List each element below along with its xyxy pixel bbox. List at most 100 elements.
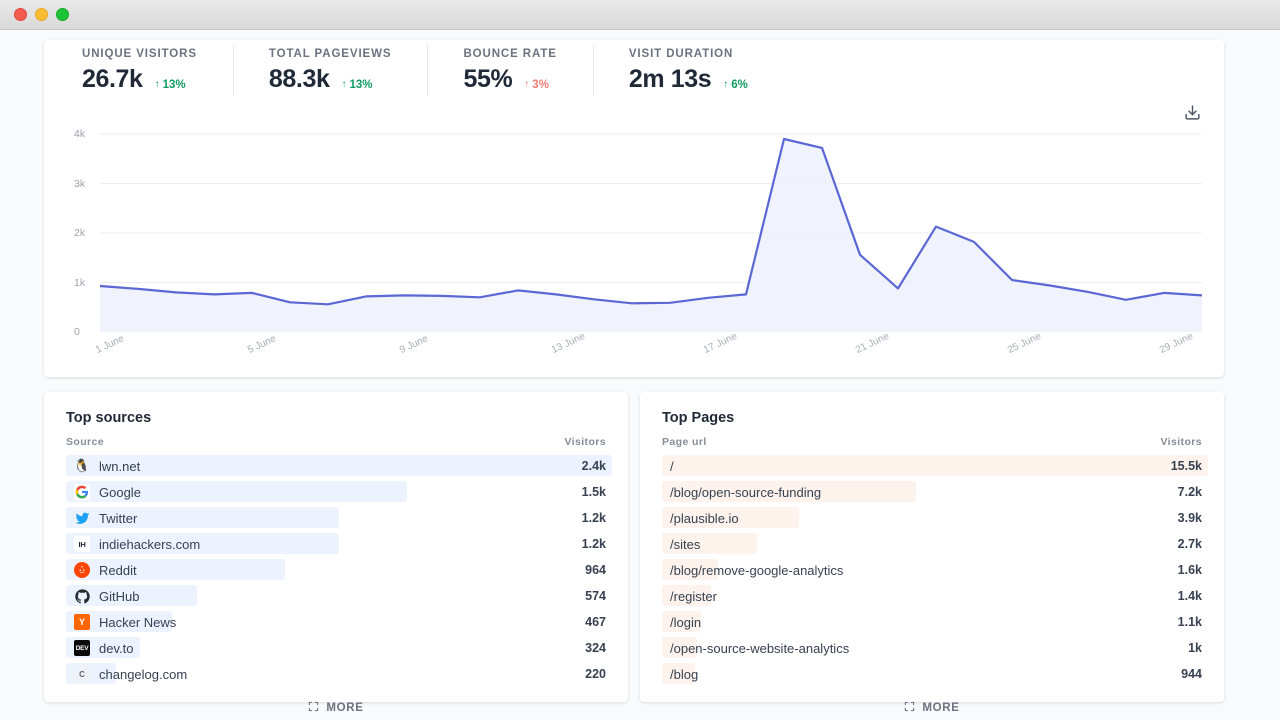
row-name: changelog.com <box>99 666 188 682</box>
table-row[interactable]: /blog 944 <box>662 661 1202 687</box>
metric-label: BOUNCE RATE <box>463 48 557 60</box>
row-value: 220 <box>585 667 606 681</box>
top-pages-more-button[interactable]: MORE <box>662 693 1202 720</box>
metric-label: TOTAL PAGEVIEWS <box>268 48 392 60</box>
row-name: /blog/open-source-funding <box>670 484 822 500</box>
row-value: 1.5k <box>581 485 606 499</box>
download-icon[interactable] <box>1182 102 1202 122</box>
table-row[interactable]: Google 1.5k <box>66 479 606 505</box>
hackernews-icon: Y <box>74 614 90 630</box>
row-value: 944 <box>1181 667 1202 681</box>
row-value: 964 <box>585 563 606 577</box>
y-axis-tick: 0 <box>74 326 80 338</box>
metric-row: 55% ↑ 3% <box>463 65 556 94</box>
devto-icon: DEV <box>74 640 90 656</box>
y-axis-tick: 4k <box>74 128 86 140</box>
row-name: / <box>670 458 674 474</box>
row-label: /blog/remove-google-analytics <box>662 563 843 578</box>
metric-total-pageviews[interactable]: TOTAL PAGEVIEWS 88.3k ↑ 13% <box>232 40 428 102</box>
row-value: 7.2k <box>1177 485 1202 499</box>
top-sources-more-button[interactable]: MORE <box>66 693 606 720</box>
row-value: 2.4k <box>581 459 606 473</box>
top-sources-panel: Top sources Source Visitors 🐧 lwn.net 2.4k… <box>44 392 628 714</box>
changelog-icon: C <box>74 666 90 682</box>
row-value: 1.6k <box>1177 563 1202 577</box>
row-label: IH indiehackers.com <box>66 536 200 552</box>
metric-change-value: 13% <box>162 79 186 91</box>
metric-value: 88.3k <box>268 65 330 93</box>
column-header-visitors: Visitors <box>1160 436 1202 448</box>
visitors-chart[interactable]: 0 1k 2k 3k 4k 1 June 5 June 9 June 13 June 17 Jun… <box>74 126 1202 374</box>
row-name: /login <box>670 614 702 630</box>
row-value: 3.9k <box>1177 511 1202 525</box>
row-name: /plausible.io <box>670 510 739 526</box>
trend-arrow-icon: ↑ <box>341 79 347 90</box>
table-row[interactable]: /register 1.4k <box>662 583 1202 609</box>
chart-toolbar <box>44 102 1224 126</box>
row-label: /plausible.io <box>662 511 739 526</box>
top-pages-list: / 15.5k/blog/open-source-funding 7.2k/plau… <box>662 453 1208 687</box>
row-bar <box>66 455 612 476</box>
y-axis-tick: 1k <box>74 276 86 289</box>
metrics-bar: UNIQUE VISITORS 26.7k ↑ 13% TOTAL PAGEVIEWS 8… <box>44 40 1224 102</box>
row-label: / <box>662 459 674 474</box>
table-row[interactable]: / 15.5k <box>662 453 1208 479</box>
app-window: UNIQUE VISITORS 26.7k ↑ 13% TOTAL PAGEVIEWS 8… <box>0 0 1280 720</box>
minimize-window-button[interactable] <box>35 8 48 21</box>
top-sources-more-label: MORE <box>326 702 364 714</box>
table-row[interactable]: /blog/remove-google-analytics 1.6k <box>662 557 1202 583</box>
table-row[interactable]: Cchangelog.com 220 <box>66 661 606 687</box>
metric-label: VISIT DURATION <box>628 48 734 60</box>
table-row[interactable]: IH indiehackers.com 1.2k <box>66 531 606 557</box>
table-row[interactable]: /sites 2.7k <box>662 531 1202 557</box>
table-row[interactable]: GitHub 574 <box>66 583 606 609</box>
row-bar <box>662 455 1208 476</box>
row-value: 1.2k <box>581 511 606 525</box>
metric-row: 2m 13s ↑ 6% <box>629 65 748 94</box>
table-row[interactable]: /login 1.1k <box>662 609 1202 635</box>
row-label: Google <box>66 484 141 500</box>
metric-visit-duration[interactable]: VISIT DURATION 2m 13s ↑ 6% <box>592 40 784 102</box>
table-row[interactable]: /plausible.io 3.9k <box>662 505 1202 531</box>
maximize-window-button[interactable] <box>56 8 69 21</box>
indiehackers-icon: IH <box>74 536 90 552</box>
top-pages-title: Top Pages <box>662 410 735 426</box>
row-label: GitHub <box>66 588 139 604</box>
row-value: 2.7k <box>1177 537 1202 551</box>
row-label: 🐧 lwn.net <box>66 458 140 474</box>
table-row[interactable]: /open-source-website-analytics 1k <box>662 635 1202 661</box>
row-value: 574 <box>585 589 606 603</box>
row-value: 15.5k <box>1170 459 1202 473</box>
traffic-lights <box>14 8 69 21</box>
table-row[interactable]: DEV dev.to 324 <box>66 635 606 661</box>
row-name: lwn.net <box>99 458 141 474</box>
row-label: /open-source-website-analytics <box>662 641 849 656</box>
google-icon <box>74 484 90 500</box>
metric-bounce-rate[interactable]: BOUNCE RATE 55% ↑ 3% <box>427 40 592 102</box>
row-name: Twitter <box>99 510 138 526</box>
row-name: /blog <box>670 666 699 682</box>
metric-label: UNIQUE VISITORS <box>82 48 197 60</box>
table-row[interactable]: /blog/open-source-funding 7.2k <box>662 479 1202 505</box>
metric-change: ↑ 13% <box>341 79 372 91</box>
top-pages-panel: Top Pages Page url Visitors /15.5k/blog/… <box>640 392 1224 714</box>
row-value: 1.4k <box>1177 589 1202 603</box>
tux-icon: 🐧 <box>74 458 90 473</box>
metric-unique-visitors[interactable]: UNIQUE VISITORS 26.7k ↑ 13% <box>82 40 233 102</box>
row-name: dev.to <box>99 640 134 656</box>
column-header-visitors: Visitors <box>564 436 606 448</box>
analytics-chart-card: UNIQUE VISITORS 26.7k ↑ 13% TOTAL PAGEVIEWS 8… <box>44 40 1224 377</box>
metric-change-value: 13% <box>349 79 373 91</box>
metric-change: ↑ 3% <box>524 79 549 91</box>
close-window-button[interactable] <box>14 8 27 21</box>
table-row[interactable]: Y Hacker News 467 <box>66 609 606 635</box>
metric-row: 88.3k ↑ 13% <box>269 65 392 94</box>
row-label: /sites <box>662 537 700 552</box>
row-name: /sites <box>670 536 701 552</box>
table-row[interactable]: 🐧 lwn.net 2.4k <box>66 453 612 479</box>
reddit-icon <box>74 562 90 578</box>
table-row[interactable]: Twitter 1.2k <box>66 505 606 531</box>
column-header-page-url: Page url <box>662 436 707 448</box>
metric-change-value: 3% <box>532 79 549 91</box>
table-row[interactable]: Reddit 964 <box>66 557 606 583</box>
